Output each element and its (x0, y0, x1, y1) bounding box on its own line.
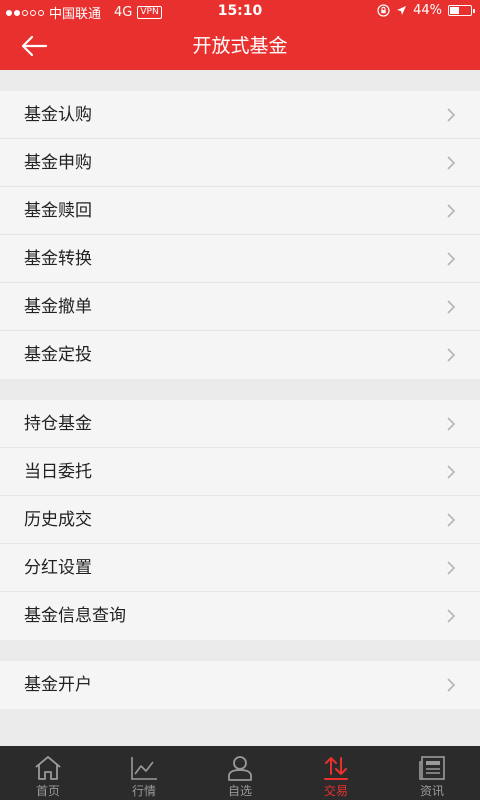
trade-arrows-icon (324, 757, 348, 780)
tab-watchlist[interactable]: 自选 (192, 746, 288, 800)
bottom-tab-bar: 首页 行情 自选 交易 资讯 (0, 746, 480, 800)
query-menu-section: 持仓基金 当日委托 历史成交 分红设置 基金信息查询 (0, 400, 480, 640)
chevron-right-icon (447, 300, 456, 314)
chevron-right-icon (447, 465, 456, 479)
chevron-right-icon (447, 108, 456, 122)
news-icon (419, 756, 445, 780)
tab-trade[interactable]: 交易 (288, 746, 384, 800)
tab-label: 资讯 (419, 784, 444, 798)
status-right: 44% (377, 3, 475, 18)
chevron-right-icon (447, 156, 456, 170)
menu-item-history-trades[interactable]: 历史成交 (0, 496, 480, 544)
menu-item-fund-conversion[interactable]: 基金转换 (0, 235, 480, 283)
tab-home[interactable]: 首页 (0, 746, 96, 800)
menu-item-label: 基金认购 (24, 105, 92, 125)
status-bar: 中国联通 4G VPN 15:10 44% (0, 0, 480, 22)
account-menu-section: 基金开户 (0, 661, 480, 709)
trade-menu-section: 基金认购 基金申购 基金赎回 基金转换 基金撤单 基金定投 (0, 91, 480, 379)
menu-item-fund-subscription[interactable]: 基金认购 (0, 91, 480, 139)
menu-item-fund-fixed-investment[interactable]: 基金定投 (0, 331, 480, 379)
tab-label: 自选 (227, 784, 252, 798)
home-icon (35, 756, 61, 780)
menu-item-label: 基金申购 (24, 153, 92, 173)
chevron-right-icon (447, 513, 456, 527)
menu-item-label: 基金定投 (24, 345, 92, 365)
menu-item-label: 分红设置 (24, 558, 92, 578)
battery-icon (448, 5, 475, 16)
battery-percent: 44% (413, 3, 442, 18)
menu-item-today-orders[interactable]: 当日委托 (0, 448, 480, 496)
menu-item-fund-holdings[interactable]: 持仓基金 (0, 400, 480, 448)
menu-item-dividend-settings[interactable]: 分红设置 (0, 544, 480, 592)
tab-label: 首页 (35, 784, 60, 798)
menu-item-label: 基金信息查询 (24, 606, 126, 626)
menu-item-fund-info-query[interactable]: 基金信息查询 (0, 592, 480, 640)
location-icon (397, 6, 407, 15)
menu-item-label: 持仓基金 (24, 414, 92, 434)
chevron-right-icon (447, 678, 456, 692)
menu-item-label: 当日委托 (24, 462, 92, 482)
chevron-right-icon (447, 348, 456, 362)
tab-label: 行情 (131, 784, 156, 798)
chevron-right-icon (447, 417, 456, 431)
user-icon (228, 756, 252, 781)
menu-item-fund-redemption[interactable]: 基金赎回 (0, 187, 480, 235)
chevron-right-icon (447, 561, 456, 575)
tab-news[interactable]: 资讯 (384, 746, 480, 800)
menu-item-label: 基金转换 (24, 249, 92, 269)
menu-item-label: 基金赎回 (24, 201, 92, 221)
nav-bar: 开放式基金 (0, 22, 480, 70)
tab-market[interactable]: 行情 (96, 746, 192, 800)
page-title: 开放式基金 (192, 35, 288, 57)
chevron-right-icon (447, 252, 456, 266)
menu-item-fund-cancel-order[interactable]: 基金撤单 (0, 283, 480, 331)
menu-item-label: 基金撤单 (24, 297, 92, 317)
chart-icon (131, 757, 157, 780)
chevron-right-icon (447, 609, 456, 623)
menu-item-fund-purchase[interactable]: 基金申购 (0, 139, 480, 187)
rotation-lock-icon (377, 4, 390, 17)
tab-label: 交易 (323, 784, 348, 798)
menu-item-label: 历史成交 (24, 510, 92, 530)
chevron-right-icon (447, 204, 456, 218)
menu-item-label: 基金开户 (24, 675, 92, 695)
menu-item-fund-account-opening[interactable]: 基金开户 (0, 661, 480, 709)
